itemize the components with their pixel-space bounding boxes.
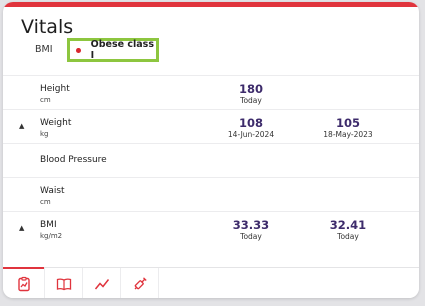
vitals-card: Vitals BMI Obese class I Height cm 180 T…	[3, 2, 419, 298]
tab-trends[interactable]	[83, 268, 121, 298]
bmi-status-text: Obese class I	[90, 39, 154, 61]
value-date: Today	[240, 232, 262, 241]
vital-value-latest: 180 Today	[206, 83, 296, 106]
vital-name: BMI	[40, 220, 57, 230]
clipboard-chart-icon	[17, 276, 30, 291]
value-date: 14-Jun-2024	[227, 130, 275, 139]
value-number: 32.41	[329, 218, 367, 232]
vital-unit: cm	[40, 198, 51, 206]
value-number: 108	[238, 116, 263, 130]
vital-row-height[interactable]: Height cm 180 Today	[3, 75, 419, 109]
bmi-label: BMI	[35, 44, 53, 55]
vital-row-waist[interactable]: Waist cm	[3, 177, 419, 211]
syringe-icon	[134, 276, 147, 289]
value-date: 18-May-2023	[323, 130, 373, 139]
status-dot-icon	[76, 47, 81, 53]
book-icon	[56, 277, 71, 290]
bottom-tab-bar	[3, 267, 419, 298]
vital-value-latest: 108 14-Jun-2024	[206, 117, 296, 140]
page-title: Vitals	[21, 16, 74, 38]
vitals-list: Height cm 180 Today ▲ Weight kg 108 14-J…	[3, 75, 419, 245]
vital-name: Waist	[40, 186, 65, 196]
vital-row-bmi[interactable]: ▲ BMI kg/m2 33.33 Today 32.41 Today	[3, 211, 419, 245]
accent-bar	[3, 2, 419, 7]
vital-value-previous: 32.41 Today	[303, 219, 393, 242]
value-number: 180	[238, 82, 263, 96]
vital-value-latest: 33.33 Today	[206, 219, 296, 242]
vital-name: Blood Pressure	[40, 155, 107, 165]
vital-value-previous: 105 18-May-2023	[303, 117, 393, 140]
tab-immunizations[interactable]	[121, 268, 159, 298]
tab-library[interactable]	[45, 268, 83, 298]
value-number: 33.33	[232, 218, 270, 232]
vital-row-blood-pressure[interactable]: Blood Pressure	[3, 143, 419, 177]
vital-unit: cm	[40, 96, 51, 104]
value-number: 105	[335, 116, 360, 130]
chevron-up-icon[interactable]: ▲	[19, 122, 24, 130]
value-date: Today	[240, 96, 262, 105]
vital-name: Height	[40, 84, 70, 94]
tab-vitals[interactable]	[3, 267, 45, 298]
value-date: Today	[337, 232, 359, 241]
chevron-up-icon[interactable]: ▲	[19, 224, 24, 232]
vital-name: Weight	[40, 118, 72, 128]
bmi-status-badge[interactable]: Obese class I	[67, 38, 159, 62]
vital-row-weight[interactable]: ▲ Weight kg 108 14-Jun-2024 105 18-May-2…	[3, 109, 419, 143]
trend-line-icon	[94, 278, 109, 289]
vital-unit: kg	[40, 130, 49, 138]
vital-unit: kg/m2	[40, 232, 63, 240]
